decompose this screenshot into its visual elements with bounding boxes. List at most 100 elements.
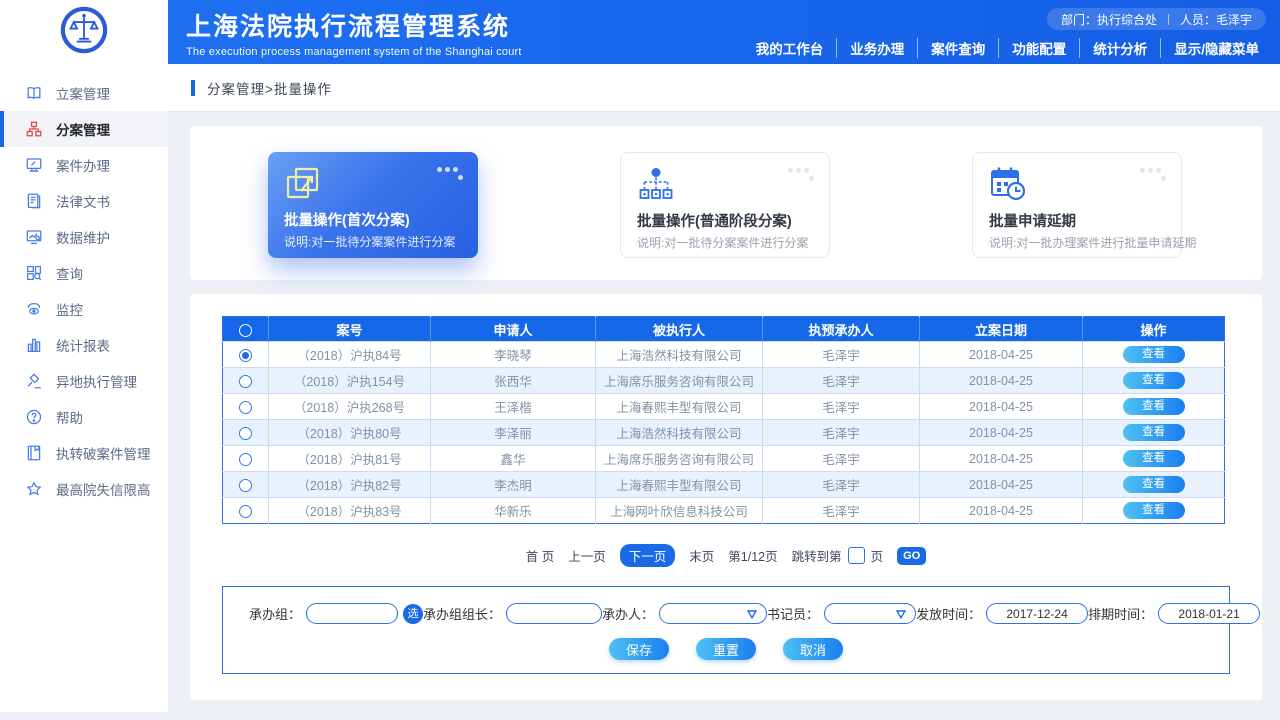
gavel-icon bbox=[25, 372, 43, 390]
card-menu-dots[interactable] bbox=[788, 167, 815, 182]
sidebar-item-case-assignment[interactable]: 分案管理 bbox=[0, 111, 168, 147]
table-row: （2018）沪执84号 李晓琴 上海浩然科技有限公司 毛泽宇 2018-04-2… bbox=[223, 342, 1225, 368]
handling-group-input[interactable] bbox=[306, 603, 398, 624]
app-root: 上海法院执行流程管理系统 The execution process manag… bbox=[0, 0, 1280, 720]
table-row: （2018）沪执268号 王泽楷 上海春熙丰型有限公司 毛泽宇 2018-04-… bbox=[223, 394, 1225, 420]
cell-handler: 毛泽宇 bbox=[763, 446, 920, 472]
card-description: 说明:对一批待分案案件进行分案 bbox=[284, 233, 455, 250]
row-radio[interactable] bbox=[239, 375, 252, 388]
cell-applicant: 华新乐 bbox=[431, 498, 596, 524]
nav-item-case-search[interactable]: 案件查询 bbox=[918, 38, 999, 58]
last-page-link[interactable]: 末页 bbox=[689, 546, 714, 565]
card-description: 说明:对一批办理案件进行批量申请延期 bbox=[989, 234, 1196, 251]
breadcrumb: 分案管理>批量操作 bbox=[168, 64, 1280, 112]
form-buttons-row: 保存 重置 取消 bbox=[223, 638, 1229, 660]
pick-group-button[interactable]: 选 bbox=[403, 604, 423, 624]
card-batch-delay-request[interactable]: 批量申请延期 说明:对一批办理案件进行批量申请延期 bbox=[972, 152, 1182, 258]
reset-button[interactable]: 重置 bbox=[696, 638, 756, 660]
field-clerk: 书记员： bbox=[767, 603, 916, 624]
group-leader-input[interactable] bbox=[506, 603, 602, 624]
view-button[interactable]: 查看 bbox=[1123, 372, 1185, 389]
sidebar-item-bankruptcy-transfer[interactable]: 执转破案件管理 bbox=[0, 435, 168, 471]
card-menu-dots[interactable] bbox=[1140, 167, 1167, 182]
view-button[interactable]: 查看 bbox=[1123, 476, 1185, 493]
row-radio[interactable] bbox=[239, 505, 252, 518]
select-all-radio[interactable] bbox=[239, 324, 252, 337]
card-batch-first-assignment[interactable]: 批量操作(首次分案) 说明:对一批待分案案件进行分案 bbox=[268, 152, 478, 258]
save-button[interactable]: 保存 bbox=[609, 638, 669, 660]
sidebar-item-data-maintenance[interactable]: 数据维护 bbox=[0, 219, 168, 255]
row-radio[interactable] bbox=[239, 479, 252, 492]
sidebar-item-label: 执转破案件管理 bbox=[56, 443, 151, 463]
app-title: 上海法院执行流程管理系统 bbox=[186, 7, 522, 43]
sidebar-item-label: 最高院失信限高 bbox=[56, 479, 151, 499]
issue-date-input[interactable] bbox=[986, 603, 1088, 624]
cell-handler: 毛泽宇 bbox=[763, 472, 920, 498]
sidebar-item-label: 数据维护 bbox=[56, 227, 110, 247]
row-radio[interactable] bbox=[239, 349, 252, 362]
user-info-pill: 部门：执行综合处 人员：毛泽宇 bbox=[1047, 8, 1266, 30]
sidebar-item-query[interactable]: 查询 bbox=[0, 255, 168, 291]
app-header: 上海法院执行流程管理系统 The execution process manag… bbox=[0, 0, 1280, 64]
field-schedule-date: 排期时间： bbox=[1088, 603, 1260, 624]
pill-divider bbox=[1168, 14, 1169, 25]
card-batch-stage-assignment[interactable]: 批量操作(普通阶段分案) 说明:对一批待分案案件进行分案 bbox=[620, 152, 830, 258]
cell-handler: 毛泽宇 bbox=[763, 394, 920, 420]
sidebar-item-statistics-report[interactable]: 统计报表 bbox=[0, 327, 168, 363]
case-list-panel: 案号 申请人 被执行人 执预承办人 立案日期 操作 （2018）沪执84号 李晓… bbox=[190, 294, 1262, 700]
sidebar-item-monitoring[interactable]: 监控 bbox=[0, 291, 168, 327]
first-page-link[interactable]: 首 页 bbox=[526, 546, 554, 565]
cell-respondent: 上海席乐服务咨询有限公司 bbox=[596, 446, 763, 472]
cell-filing-date: 2018-04-25 bbox=[920, 368, 1083, 394]
top-navigation: 我的工作台 业务办理 案件查询 功能配置 统计分析 显示/隐藏菜单 bbox=[743, 38, 1272, 58]
bookmark-file-icon bbox=[25, 444, 43, 462]
view-button[interactable]: 查看 bbox=[1123, 398, 1185, 415]
column-header-applicant: 申请人 bbox=[431, 317, 596, 342]
sidebar-item-case-filing[interactable]: 立案管理 bbox=[0, 75, 168, 111]
page-jump-input[interactable] bbox=[848, 547, 865, 564]
column-header-handler: 执预承办人 bbox=[763, 317, 920, 342]
card-title: 批量操作(首次分案) bbox=[284, 209, 410, 230]
select-all-column-header[interactable] bbox=[223, 317, 269, 342]
page-info: 第1/12页 bbox=[728, 546, 777, 565]
row-radio[interactable] bbox=[239, 401, 252, 414]
row-radio[interactable] bbox=[239, 453, 252, 466]
card-menu-dots[interactable] bbox=[437, 166, 464, 181]
nav-item-toggle-menu[interactable]: 显示/隐藏菜单 bbox=[1161, 38, 1272, 58]
help-icon bbox=[25, 408, 43, 426]
next-page-button[interactable]: 下一页 bbox=[620, 544, 676, 567]
cell-handler: 毛泽宇 bbox=[763, 368, 920, 394]
eye-icon bbox=[25, 300, 43, 318]
nav-item-config[interactable]: 功能配置 bbox=[999, 38, 1080, 58]
schedule-date-input[interactable] bbox=[1158, 603, 1260, 624]
cancel-button[interactable]: 取消 bbox=[783, 638, 843, 660]
view-button[interactable]: 查看 bbox=[1123, 424, 1185, 441]
handling-group-label: 承办组： bbox=[249, 604, 301, 623]
sidebar-item-help[interactable]: 帮助 bbox=[0, 399, 168, 435]
nav-item-workbench[interactable]: 我的工作台 bbox=[743, 38, 838, 58]
sidebar: 立案管理 分案管理 案件办理 法律文书 数据维护 bbox=[0, 64, 168, 712]
view-button[interactable]: 查看 bbox=[1123, 450, 1185, 467]
schedule-date-label: 排期时间： bbox=[1088, 604, 1153, 623]
cell-handler: 毛泽宇 bbox=[763, 498, 920, 524]
go-button[interactable]: GO bbox=[897, 547, 926, 565]
assign-form: 承办组： 选 承办组组长： 承办人： bbox=[222, 586, 1230, 674]
app-subtitle: The execution process management system … bbox=[186, 46, 522, 58]
sidebar-item-legal-documents[interactable]: 法律文书 bbox=[0, 183, 168, 219]
sidebar-item-supreme-court-dishonest[interactable]: 最高院失信限高 bbox=[0, 471, 168, 507]
export-icon bbox=[283, 163, 323, 203]
prev-page-link[interactable]: 上一页 bbox=[568, 546, 606, 565]
nav-item-statistics[interactable]: 统计分析 bbox=[1080, 38, 1161, 58]
handler-select[interactable] bbox=[659, 603, 767, 624]
cell-applicant: 张西华 bbox=[431, 368, 596, 394]
sidebar-item-remote-execution[interactable]: 异地执行管理 bbox=[0, 363, 168, 399]
nav-item-business[interactable]: 业务办理 bbox=[837, 38, 918, 58]
search-layout-icon bbox=[25, 264, 43, 282]
view-button[interactable]: 查看 bbox=[1123, 346, 1185, 363]
sidebar-item-case-handling[interactable]: 案件办理 bbox=[0, 147, 168, 183]
sitemap-icon bbox=[25, 120, 43, 138]
clerk-select[interactable] bbox=[824, 603, 916, 624]
view-button[interactable]: 查看 bbox=[1123, 502, 1185, 519]
row-radio[interactable] bbox=[239, 427, 252, 440]
cell-case-no: （2018）沪执154号 bbox=[269, 368, 431, 394]
